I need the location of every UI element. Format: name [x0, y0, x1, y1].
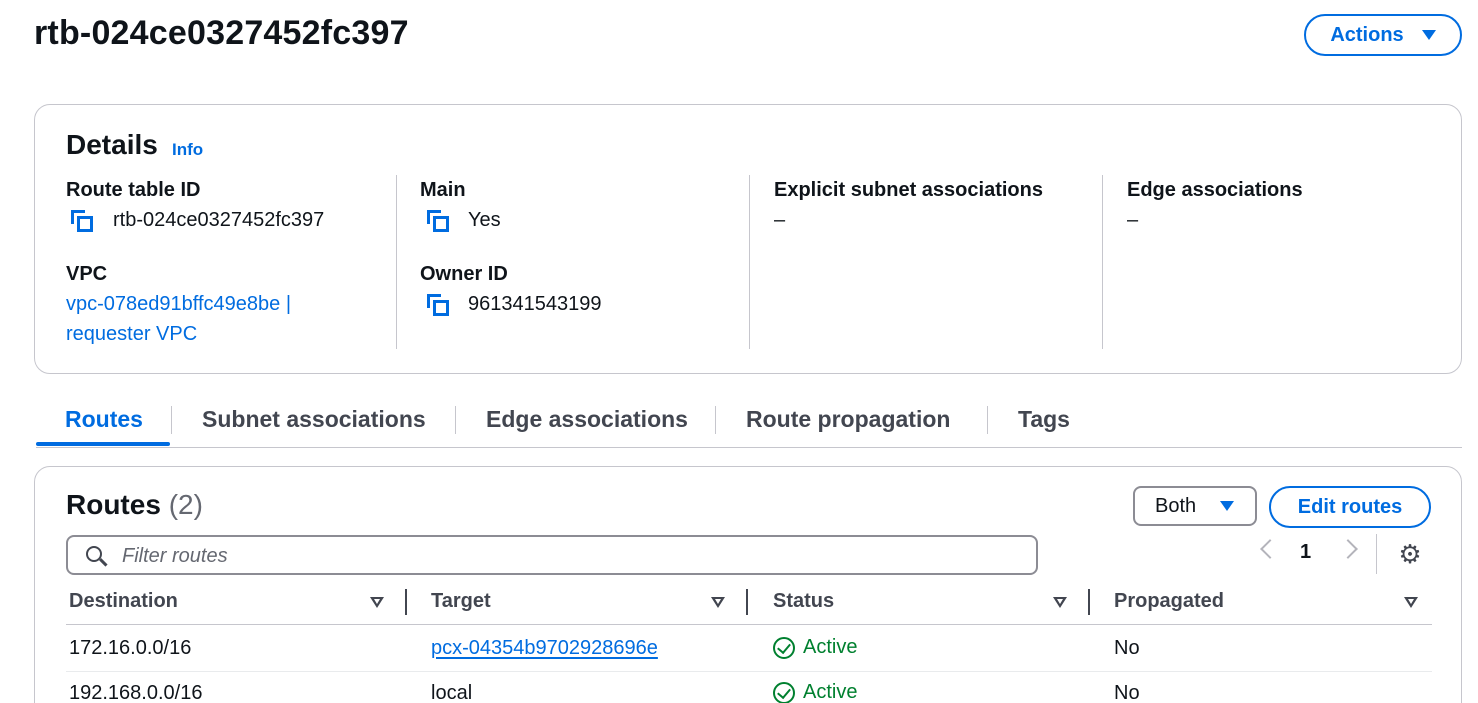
- sort-icon[interactable]: [711, 597, 725, 608]
- routes-title: Routes (2): [66, 489, 203, 521]
- route-target-link[interactable]: pcx-04354b9702928696e: [431, 637, 658, 660]
- route-propagated: No: [1114, 682, 1140, 703]
- tab-separator: [987, 406, 988, 434]
- status-success-icon: [773, 636, 795, 659]
- route-filter-select[interactable]: Both: [1133, 486, 1257, 526]
- active-tab-indicator: [36, 442, 170, 446]
- vpc-link[interactable]: vpc-078ed91bffc49e8be |: [66, 293, 291, 316]
- caret-down-icon: [1220, 501, 1235, 511]
- sort-icon[interactable]: [1053, 597, 1067, 608]
- column-header-target[interactable]: Target: [431, 590, 491, 613]
- chevron-right-icon[interactable]: [1338, 539, 1358, 559]
- column-resizer[interactable]: [1088, 589, 1090, 615]
- copy-icon[interactable]: [425, 292, 451, 318]
- tab-separator: [171, 406, 172, 434]
- tab-separator: [455, 406, 456, 434]
- column-divider: [396, 175, 397, 349]
- column-header-propagated[interactable]: Propagated: [1114, 590, 1224, 613]
- status-success-icon: [773, 681, 795, 703]
- status-text: Active: [803, 636, 858, 658]
- owner-id-value: 961341543199: [468, 293, 602, 315]
- page-number[interactable]: 1: [1300, 541, 1311, 564]
- status-text: Active: [803, 681, 858, 703]
- page-title: rtb-024ce0327452fc397: [34, 14, 409, 52]
- owner-id-label: Owner ID: [420, 263, 508, 285]
- main-value: Yes: [468, 209, 501, 231]
- row-divider: [66, 671, 1432, 672]
- edge-associations-value: –: [1127, 209, 1139, 231]
- column-divider: [1102, 175, 1103, 349]
- routes-count: (2): [168, 489, 203, 520]
- edit-routes-button[interactable]: Edit routes: [1269, 486, 1431, 528]
- route-target: local: [431, 682, 473, 703]
- tab-edge-associations[interactable]: Edge associations: [486, 406, 688, 433]
- column-divider: [749, 175, 750, 349]
- chevron-left-icon[interactable]: [1260, 539, 1280, 559]
- routes-title-text: Routes: [66, 489, 161, 520]
- details-panel: Details Info Route table ID rtb-024ce032…: [34, 104, 1462, 374]
- copy-icon[interactable]: [69, 208, 95, 234]
- actions-button[interactable]: Actions: [1304, 14, 1462, 56]
- edge-associations-label: Edge associations: [1127, 179, 1303, 201]
- table-header-divider: [66, 624, 1432, 625]
- column-resizer[interactable]: [405, 589, 407, 615]
- status-badge: Active: [773, 636, 857, 659]
- search-icon: [86, 546, 108, 568]
- tab-routes[interactable]: Routes: [65, 406, 143, 433]
- route-filter-value: Both: [1155, 494, 1197, 517]
- route-propagated: No: [1114, 637, 1140, 659]
- actions-label: Actions: [1330, 23, 1404, 46]
- info-link[interactable]: Info: [172, 140, 203, 160]
- explicit-subnet-label: Explicit subnet associations: [774, 179, 1043, 201]
- tab-subnet-associations[interactable]: Subnet associations: [202, 406, 426, 433]
- route-destination: 192.168.0.0/16: [69, 682, 203, 703]
- caret-down-icon: [1421, 30, 1436, 40]
- vpc-label: VPC: [66, 263, 108, 285]
- route-table-id-label: Route table ID: [66, 179, 201, 201]
- sort-icon[interactable]: [370, 597, 384, 608]
- column-header-status[interactable]: Status: [773, 590, 834, 613]
- column-header-destination[interactable]: Destination: [69, 590, 178, 613]
- tab-bar: Routes Subnet associations Edge associat…: [36, 398, 1462, 448]
- routes-panel: Routes (2) Both Edit routes 1 ⚙ Destinat…: [34, 466, 1462, 703]
- main-label: Main: [420, 179, 466, 201]
- tab-tags[interactable]: Tags: [1018, 406, 1070, 433]
- tab-route-propagation[interactable]: Route propagation: [746, 406, 950, 433]
- sort-icon[interactable]: [1404, 597, 1418, 608]
- status-badge: Active: [773, 681, 857, 703]
- filter-routes-field[interactable]: [66, 535, 1038, 575]
- search-input[interactable]: [122, 543, 1022, 569]
- gear-icon[interactable]: ⚙: [1397, 541, 1423, 567]
- route-destination: 172.16.0.0/16: [69, 637, 192, 659]
- pager-divider: [1376, 534, 1377, 574]
- explicit-subnet-value: –: [774, 209, 786, 231]
- route-table-id-value: rtb-024ce0327452fc397: [113, 209, 325, 231]
- details-title: Details: [66, 129, 158, 160]
- column-resizer[interactable]: [746, 589, 748, 615]
- copy-icon[interactable]: [425, 208, 451, 234]
- vpc-link-name[interactable]: requester VPC: [66, 323, 197, 346]
- tab-separator: [715, 406, 716, 434]
